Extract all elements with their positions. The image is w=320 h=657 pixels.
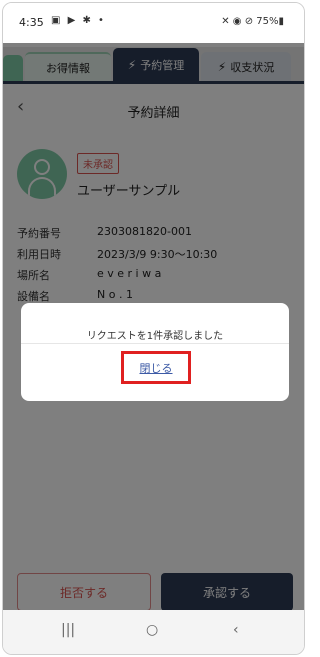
home-icon[interactable]: ○ (146, 622, 158, 638)
system-nav-bar: ||| ○ ‹ (3, 610, 304, 654)
status-bar: 4:35 ▣ ▶ ✱ • ✕ ◉ ⊘ 75%▮ (3, 3, 304, 43)
confirmation-dialog: リクエストを1件承認しました 閉じる (21, 303, 289, 401)
close-button-highlight: 閉じる (121, 351, 191, 384)
status-right-icons: ✕ ◉ ⊘ 75%▮ (221, 16, 284, 27)
recent-apps-icon[interactable]: ||| (61, 622, 75, 638)
close-button[interactable]: 閉じる (140, 360, 173, 376)
dialog-divider (21, 343, 289, 344)
status-left-icons: ▣ ▶ ✱ • (51, 15, 106, 26)
back-icon[interactable]: ‹ (233, 622, 239, 638)
phone-screen: 4:35 ▣ ▶ ✱ • ✕ ◉ ⊘ 75%▮ お得情報 ⚡ 予約管理 ⚡ 収支… (2, 2, 305, 655)
dialog-message: リクエストを1件承認しました (86, 331, 224, 342)
status-time: 4:35 (19, 16, 44, 29)
